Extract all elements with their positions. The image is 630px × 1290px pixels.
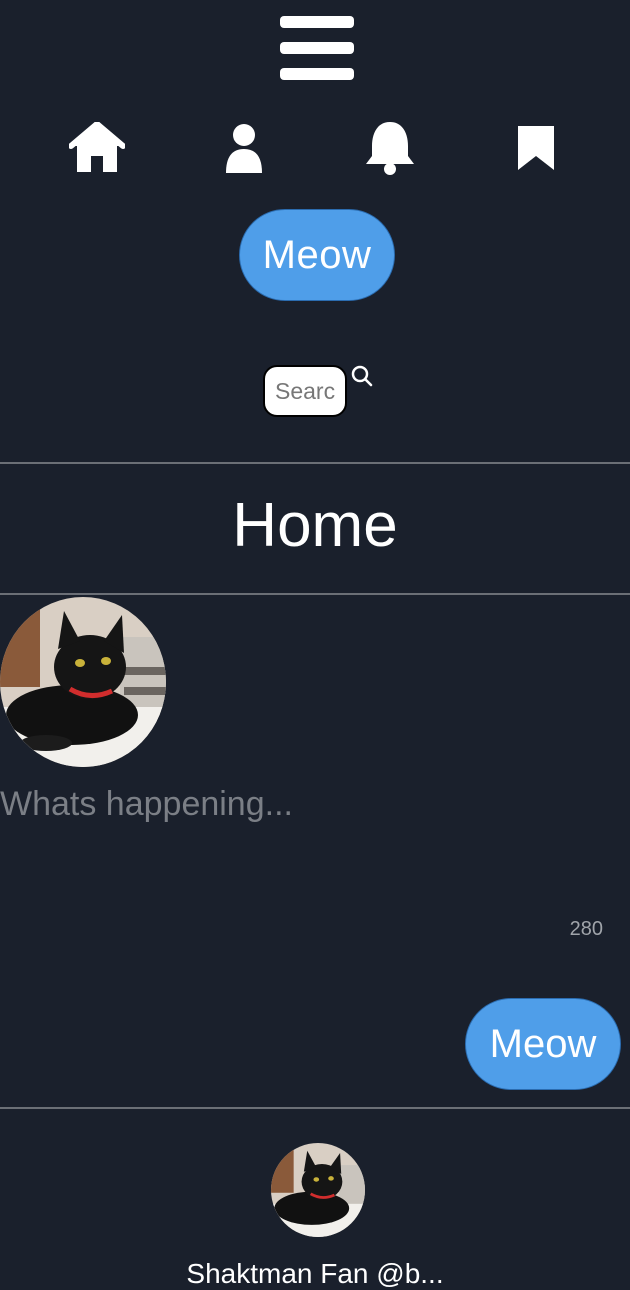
hamburger-bar <box>280 68 354 80</box>
search-bar <box>263 364 373 418</box>
nav-icon-bar <box>0 118 630 182</box>
feed-avatar[interactable] <box>271 1143 365 1237</box>
meow-submit-button[interactable]: Meow <box>465 998 621 1090</box>
hamburger-menu-button[interactable] <box>280 16 354 80</box>
bookmark-icon[interactable] <box>506 118 566 178</box>
home-icon[interactable] <box>67 118 127 178</box>
hamburger-bar <box>280 16 354 28</box>
cat-photo <box>0 597 166 767</box>
composer-input[interactable]: Whats happening... <box>0 785 293 824</box>
cat-photo <box>271 1143 365 1237</box>
user-icon[interactable] <box>214 118 274 178</box>
bell-icon[interactable] <box>360 118 420 178</box>
page-title: Home <box>232 491 398 560</box>
avatar <box>0 597 166 767</box>
divider <box>0 462 630 464</box>
char-counter: 280 <box>569 918 603 940</box>
divider <box>0 593 630 595</box>
meow-button[interactable]: Meow <box>239 209 395 301</box>
divider <box>0 1107 630 1109</box>
search-icon[interactable] <box>351 365 373 391</box>
search-input[interactable] <box>263 365 347 417</box>
feed-item-author: Shaktman Fan @b... <box>186 1258 444 1289</box>
hamburger-bar <box>280 42 354 54</box>
